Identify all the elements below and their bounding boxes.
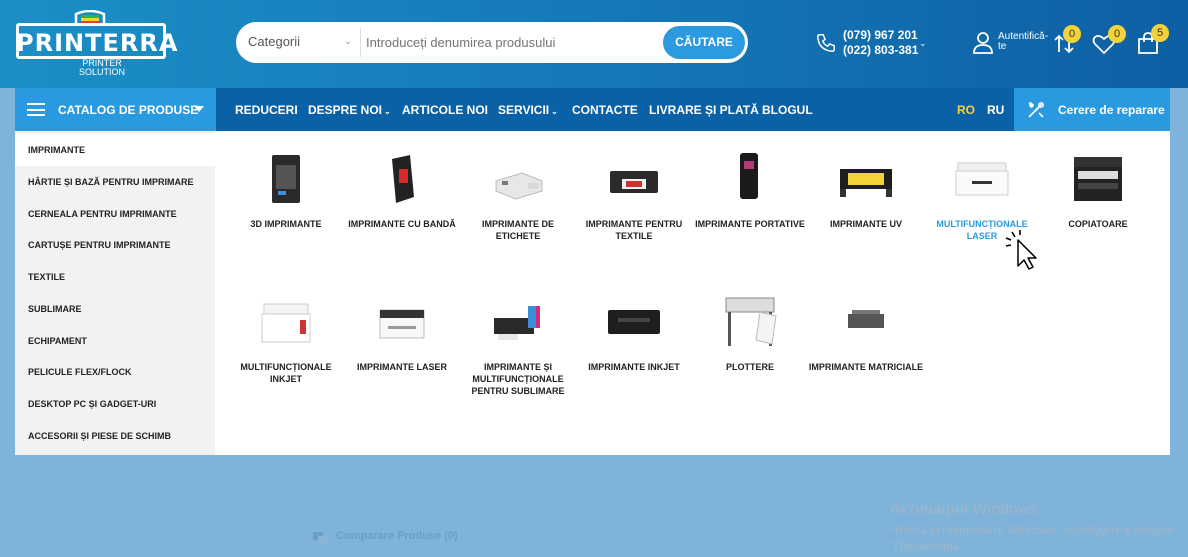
nav-item-articole-noi[interactable]: ARTICOLE NOI: [402, 103, 488, 117]
user-icon[interactable]: [973, 32, 993, 54]
product-category-3d-printers[interactable]: 3D IMPRIMANTE: [228, 151, 344, 230]
sidebar-item-textile[interactable]: TEXTILE: [15, 261, 215, 293]
divider: [360, 28, 361, 57]
lang-ro[interactable]: RO: [957, 103, 975, 117]
sidebar-item-echipament[interactable]: ECHIPAMENT: [15, 325, 215, 357]
inkjet-mfp-icon: [261, 303, 311, 343]
nav-item-servicii[interactable]: SERVICII ⌄: [498, 103, 558, 117]
nav-item-reduceri[interactable]: REDUCERI: [235, 103, 298, 117]
sidebar-item-cartuse[interactable]: CARTUȘE PENTRU IMPRIMANTE: [15, 229, 215, 261]
dot-matrix-printer-icon: [848, 310, 884, 328]
sidebar-item-hartie[interactable]: HÂRTIE ȘI BAZĂ PENTRU IMPRIMARE: [15, 166, 215, 198]
chevron-down-icon: ⌄: [551, 107, 558, 116]
brand-tagline: PRINTER SOLUTION: [78, 58, 125, 77]
caret-down-icon: [194, 106, 204, 112]
uv-printer-icon: [840, 169, 892, 197]
repair-request-button[interactable]: Cerere de reparare: [1014, 88, 1170, 131]
windows-activation-text: Чтобы активировать Windows, перейдите в …: [890, 523, 1174, 553]
textile-printer-icon: [610, 171, 658, 193]
laser-mfp-icon: [955, 162, 1009, 196]
sidebar-item-pelicule[interactable]: PELICULE FLEX/FLOCK: [15, 356, 215, 388]
product-category-uv-printers[interactable]: IMPRIMANTE UV: [808, 151, 924, 230]
compare-products-link[interactable]: Comparare Produse (0): [336, 530, 458, 542]
cart-count-badge: 5: [1151, 24, 1169, 42]
brand-logo[interactable]: PRINTERRA PRINTER SOLUTION: [16, 10, 179, 77]
product-category-laser-printers[interactable]: IMPRIMANTE LASER: [344, 294, 460, 373]
search-category-select[interactable]: Categorii: [248, 34, 300, 49]
plotter-icon: [725, 297, 777, 346]
search-bar: Categorii ⌄ CĂUTARE: [236, 22, 748, 63]
laser-printer-icon: [379, 309, 425, 339]
printer-3d-icon: [272, 155, 300, 203]
product-category-copiers[interactable]: COPIATOARE: [1040, 151, 1156, 230]
chevron-down-icon[interactable]: ⌄: [919, 38, 927, 49]
lang-ru[interactable]: RU: [987, 103, 1004, 117]
tape-printer-icon: [392, 155, 414, 203]
category-sidebar: IMPRIMANTE HÂRTIE ȘI BAZĂ PENTRU IMPRIMA…: [15, 131, 215, 455]
product-category-inkjet-printers[interactable]: IMPRIMANTE INKJET: [576, 294, 692, 373]
sidebar-item-imprimante[interactable]: IMPRIMANTE: [15, 134, 215, 166]
windows-activation-title: Активация Windows: [890, 501, 1038, 518]
main-nav: CATALOG DE PRODUSE REDUCERI DESPRE NOI ⌄ …: [15, 88, 1170, 131]
wishlist-count-badge: 0: [1108, 25, 1126, 43]
sidebar-item-accesorii[interactable]: ACCESORII ȘI PIESE DE SCHIMB: [15, 420, 215, 452]
tools-icon: [1028, 101, 1044, 118]
catalog-label: CATALOG DE PRODUSE: [58, 103, 199, 117]
nav-item-contacte[interactable]: CONTACTE: [572, 103, 638, 117]
nav-item-livrare[interactable]: LIVRARE ȘI PLATĂ: [649, 103, 759, 117]
chevron-down-icon: ⌄: [384, 107, 391, 116]
copier-icon: [1074, 157, 1122, 201]
portable-printer-icon: [740, 153, 758, 199]
brand-name: PRINTERRA: [16, 29, 179, 57]
phone-icon: [817, 34, 835, 52]
product-category-textile-printers[interactable]: IMPRIMANTE PENTRU TEXTILE: [576, 151, 692, 242]
compare-count-badge: 0: [1063, 25, 1081, 43]
product-category-sublimation-printers[interactable]: IMPRIMANTE ȘI MULTIFUNCȚIONALE PENTRU SU…: [460, 294, 576, 397]
logo-flag-icon: [74, 10, 106, 24]
nav-item-despre-noi[interactable]: DESPRE NOI ⌄: [308, 103, 391, 117]
sidebar-item-sublimare[interactable]: SUBLIMARE: [15, 293, 215, 325]
compare-icon: [313, 532, 328, 544]
label-printer-icon: [495, 172, 543, 200]
cursor-pointer-icon: [1005, 230, 1037, 270]
product-category-inkjet-mfp[interactable]: MULTIFUNCȚIONALE INKJET: [228, 294, 344, 385]
login-link[interactable]: Autentifică-te: [998, 32, 1056, 52]
inkjet-printer-icon: [608, 310, 660, 334]
contact-phones[interactable]: (079) 967 201 (022) 803-381: [843, 28, 918, 58]
menu-icon: [27, 103, 45, 116]
catalog-dropdown: IMPRIMANTE HÂRTIE ȘI BAZĂ PENTRU IMPRIMA…: [15, 131, 1170, 455]
product-category-portable-printers[interactable]: IMPRIMANTE PORTATIVE: [692, 151, 808, 230]
nav-item-blogul[interactable]: BLOGUL: [762, 103, 813, 117]
site-header: PRINTERRA PRINTER SOLUTION Categorii ⌄ C…: [0, 0, 1188, 88]
product-category-dot-matrix[interactable]: IMPRIMANTE MATRICIALE: [808, 294, 924, 373]
sublimation-printer-icon: [494, 306, 540, 340]
chevron-down-icon: ⌄: [344, 36, 353, 47]
product-category-tape-printers[interactable]: IMPRIMANTE CU BANDĂ: [344, 151, 460, 230]
catalog-button[interactable]: CATALOG DE PRODUSE: [15, 88, 216, 131]
product-category-plotters[interactable]: PLOTTERE: [692, 294, 808, 373]
product-category-label-printers[interactable]: IMPRIMANTE DE ETICHETE: [460, 151, 576, 242]
sidebar-item-desktop[interactable]: DESKTOP PC ȘI GADGET-URI: [15, 388, 215, 420]
search-button[interactable]: CĂUTARE: [663, 26, 745, 59]
sidebar-item-cerneala[interactable]: CERNEALA PENTRU IMPRIMANTE: [15, 198, 215, 230]
search-input[interactable]: [366, 30, 656, 55]
